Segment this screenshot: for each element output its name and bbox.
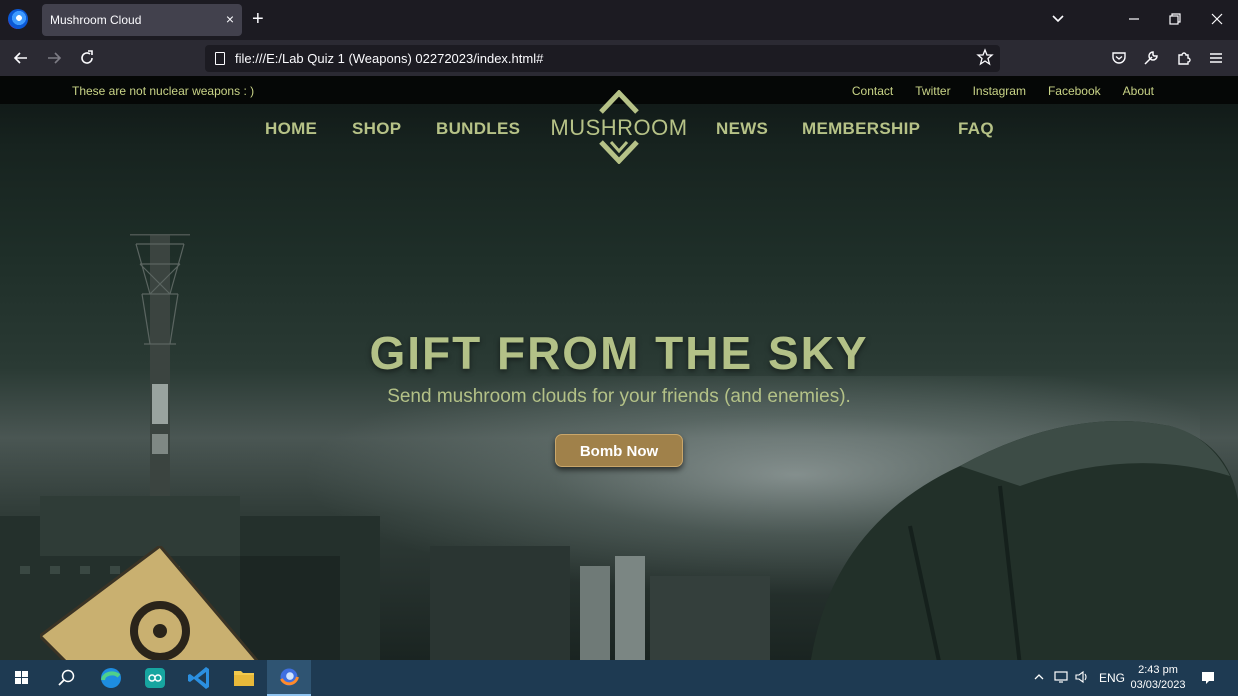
main-nav: HOME SHOP BUNDLES MUSHROOM NEWS MEMBERSH… bbox=[0, 90, 1238, 164]
vscode-icon[interactable] bbox=[178, 660, 222, 696]
edge-icon[interactable] bbox=[89, 660, 133, 696]
star-icon[interactable] bbox=[976, 48, 994, 66]
pocket-icon[interactable] bbox=[1110, 49, 1128, 67]
minimize-icon[interactable] bbox=[1124, 8, 1144, 30]
back-icon[interactable] bbox=[12, 49, 30, 67]
windows-taskbar: ENG 2:43 pm 03/03/2023 bbox=[0, 660, 1238, 696]
facebook-link[interactable]: Facebook bbox=[1048, 84, 1101, 98]
address-bar[interactable]: file:///E:/Lab Quiz 1 (Weapons) 02272023… bbox=[205, 45, 1000, 72]
web-page: These are not nuclear weapons : ) Contac… bbox=[0, 76, 1238, 660]
nav-news[interactable]: NEWS bbox=[716, 119, 768, 139]
browser-tabstrip: Mushroom Cloud × + bbox=[0, 0, 1238, 40]
arduino-icon[interactable] bbox=[133, 660, 177, 696]
wrench-icon[interactable] bbox=[1142, 49, 1160, 67]
nav-shop[interactable]: SHOP bbox=[352, 119, 401, 139]
tank-structure-image bbox=[811, 421, 1238, 660]
hero-title: GIFT FROM THE SKY bbox=[369, 327, 869, 379]
twitter-link[interactable]: Twitter bbox=[915, 84, 950, 98]
clock-time: 2:43 pm bbox=[1138, 664, 1178, 676]
browser-toolbar: file:///E:/Lab Quiz 1 (Weapons) 02272023… bbox=[0, 40, 1238, 76]
about-link[interactable]: About bbox=[1123, 84, 1154, 98]
firefox-icon[interactable] bbox=[8, 9, 28, 29]
notifications-icon[interactable] bbox=[1200, 670, 1216, 686]
bomb-now-button[interactable]: Bomb Now bbox=[555, 434, 683, 467]
tray-chevron-icon[interactable] bbox=[1033, 670, 1045, 684]
hero-section: GIFT FROM THE SKY Send mushroom clouds f… bbox=[0, 326, 1238, 408]
nav-membership[interactable]: MEMBERSHIP bbox=[802, 119, 920, 139]
url-text[interactable]: file:///E:/Lab Quiz 1 (Weapons) 02272023… bbox=[235, 51, 543, 66]
restore-icon[interactable] bbox=[1165, 8, 1185, 30]
list-all-tabs-icon[interactable] bbox=[1050, 10, 1066, 26]
contact-link[interactable]: Contact bbox=[852, 84, 893, 98]
page-icon bbox=[215, 52, 225, 65]
new-tab-icon[interactable]: + bbox=[252, 8, 264, 30]
site-logo[interactable]: MUSHROOM bbox=[549, 90, 689, 164]
search-icon[interactable] bbox=[44, 660, 88, 696]
instagram-link[interactable]: Instagram bbox=[973, 84, 1026, 98]
top-links: Contact Twitter Instagram Facebook About bbox=[852, 84, 1154, 98]
forward-icon[interactable] bbox=[45, 49, 63, 67]
close-window-icon[interactable] bbox=[1207, 8, 1227, 30]
firefox-taskbar-icon[interactable] bbox=[267, 660, 311, 696]
clock-date: 03/03/2023 bbox=[1130, 679, 1186, 691]
file-explorer-icon[interactable] bbox=[222, 660, 266, 696]
close-tab-icon[interactable]: × bbox=[226, 11, 234, 27]
site-tagline: These are not nuclear weapons : ) bbox=[72, 84, 255, 98]
nav-bundles[interactable]: BUNDLES bbox=[436, 119, 520, 139]
logo-text: MUSHROOM bbox=[550, 115, 688, 140]
start-icon[interactable] bbox=[0, 660, 44, 696]
nav-home[interactable]: HOME bbox=[265, 119, 317, 139]
network-icon[interactable] bbox=[1053, 670, 1069, 684]
volume-icon[interactable] bbox=[1074, 670, 1090, 684]
extensions-icon[interactable] bbox=[1175, 49, 1193, 67]
hero-subtitle: Send mushroom clouds for your friends (a… bbox=[387, 386, 851, 407]
clock[interactable]: 2:43 pm 03/03/2023 bbox=[1128, 663, 1188, 693]
biohazard-sign-image bbox=[40, 546, 259, 660]
cooling-buildings-image bbox=[430, 546, 770, 660]
tab-title: Mushroom Cloud bbox=[50, 13, 142, 27]
menu-icon[interactable] bbox=[1207, 49, 1225, 67]
language-indicator[interactable]: ENG bbox=[1099, 671, 1125, 685]
nav-faq[interactable]: FAQ bbox=[958, 119, 994, 139]
browser-tab[interactable]: Mushroom Cloud × bbox=[42, 4, 242, 36]
reload-icon[interactable] bbox=[78, 49, 96, 67]
